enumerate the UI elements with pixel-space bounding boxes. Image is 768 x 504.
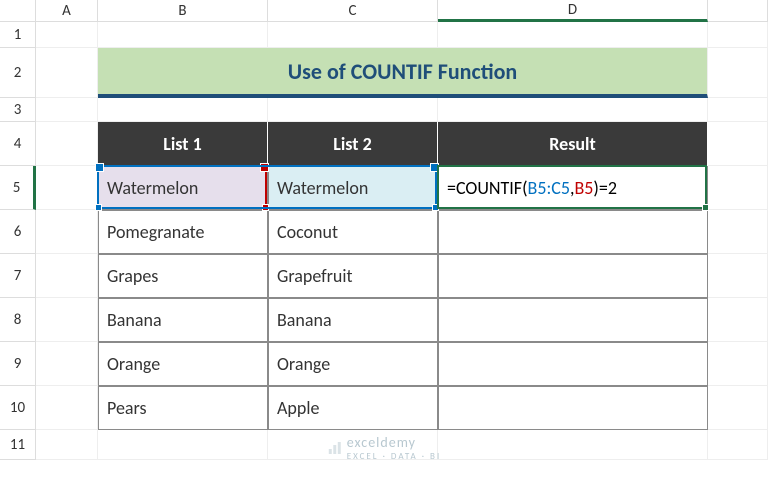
cell-d9[interactable] (438, 342, 708, 386)
row-header-8[interactable]: 8 (0, 298, 36, 342)
row-header-5[interactable]: 5 (0, 166, 36, 210)
cell-a9[interactable] (36, 342, 98, 386)
cell-a3[interactable] (36, 98, 98, 122)
cell-e7[interactable] (708, 254, 768, 298)
cell-d8[interactable] (438, 298, 708, 342)
cell-b5[interactable]: Watermelon (98, 166, 268, 210)
col-header-c[interactable]: C (268, 0, 438, 22)
formula-range: B5:C5 (528, 177, 570, 199)
cell-d3[interactable] (438, 98, 708, 122)
header-list2[interactable]: List 2 (268, 122, 438, 166)
cell-e2[interactable] (708, 48, 768, 98)
formula-tail: =2 (599, 177, 617, 199)
cell-a5[interactable] (36, 166, 98, 210)
row-header-9[interactable]: 9 (0, 342, 36, 386)
cell-c10[interactable]: Apple (268, 386, 438, 430)
select-all-corner[interactable] (0, 0, 36, 22)
col-header-extra[interactable] (708, 0, 768, 22)
cell-c11[interactable] (268, 430, 438, 460)
cell-e8[interactable] (708, 298, 768, 342)
cell-c1[interactable] (268, 22, 438, 48)
header-result[interactable]: Result (438, 122, 708, 166)
spreadsheet: A B C D 1 2 3 4 5 6 7 8 9 10 11 Use of C… (0, 0, 768, 504)
formula-eq: = (447, 177, 456, 199)
row-header-10[interactable]: 10 (0, 386, 36, 430)
cell-c8[interactable]: Banana (268, 298, 438, 342)
cell-d10[interactable] (438, 386, 708, 430)
cell-e9[interactable] (708, 342, 768, 386)
cell-c6[interactable]: Coconut (268, 210, 438, 254)
cell-a11[interactable] (36, 430, 98, 460)
cell-d1[interactable] (438, 22, 708, 48)
row-header-1[interactable]: 1 (0, 22, 36, 48)
row-header-11[interactable]: 11 (0, 430, 36, 460)
cell-a7[interactable] (36, 254, 98, 298)
cell-a4[interactable] (36, 122, 98, 166)
cell-e1[interactable] (708, 22, 768, 48)
cell-e11[interactable] (708, 430, 768, 460)
cell-a6[interactable] (36, 210, 98, 254)
formula-fn: COUNTIF( (456, 177, 528, 199)
cell-b7[interactable]: Grapes (98, 254, 268, 298)
cell-a1[interactable] (36, 22, 98, 48)
cell-e10[interactable] (708, 386, 768, 430)
cell-d5[interactable]: =COUNTIF(B5:C5,B5)=2 (438, 166, 708, 210)
row-header-7[interactable]: 7 (0, 254, 36, 298)
cell-d7[interactable] (438, 254, 708, 298)
formula-criteria: B5 (574, 177, 593, 199)
cell-b9[interactable]: Orange (98, 342, 268, 386)
col-header-a[interactable]: A (36, 0, 98, 22)
cell-b8[interactable]: Banana (98, 298, 268, 342)
cell-b11[interactable] (98, 430, 268, 460)
grid: Use of COUNTIF Function List 1 List 2 Re… (36, 22, 768, 460)
cell-e4[interactable] (708, 122, 768, 166)
cell-a10[interactable] (36, 386, 98, 430)
col-header-b[interactable]: B (98, 0, 268, 22)
header-list1[interactable]: List 1 (98, 122, 268, 166)
row-header-4[interactable]: 4 (0, 122, 36, 166)
cell-c5[interactable]: Watermelon (268, 166, 438, 210)
row-header-2[interactable]: 2 (0, 48, 36, 98)
cell-b3[interactable] (98, 98, 268, 122)
cell-b6[interactable]: Pomegranate (98, 210, 268, 254)
row-header-6[interactable]: 6 (0, 210, 36, 254)
cell-c7[interactable]: Grapefruit (268, 254, 438, 298)
row-headers: 1 2 3 4 5 6 7 8 9 10 11 (0, 22, 36, 460)
title-cell[interactable]: Use of COUNTIF Function (98, 48, 708, 98)
cell-c9[interactable]: Orange (268, 342, 438, 386)
row-header-3[interactable]: 3 (0, 98, 36, 122)
cell-e5[interactable] (708, 166, 768, 210)
cell-d6[interactable] (438, 210, 708, 254)
cell-b1[interactable] (98, 22, 268, 48)
cell-b10[interactable]: Pears (98, 386, 268, 430)
cell-e3[interactable] (708, 98, 768, 122)
cell-a8[interactable] (36, 298, 98, 342)
cell-d11[interactable] (438, 430, 708, 460)
cell-a2[interactable] (36, 48, 98, 98)
cell-e6[interactable] (708, 210, 768, 254)
cell-c3[interactable] (268, 98, 438, 122)
col-header-d[interactable]: D (438, 0, 708, 22)
column-headers: A B C D (0, 0, 768, 22)
